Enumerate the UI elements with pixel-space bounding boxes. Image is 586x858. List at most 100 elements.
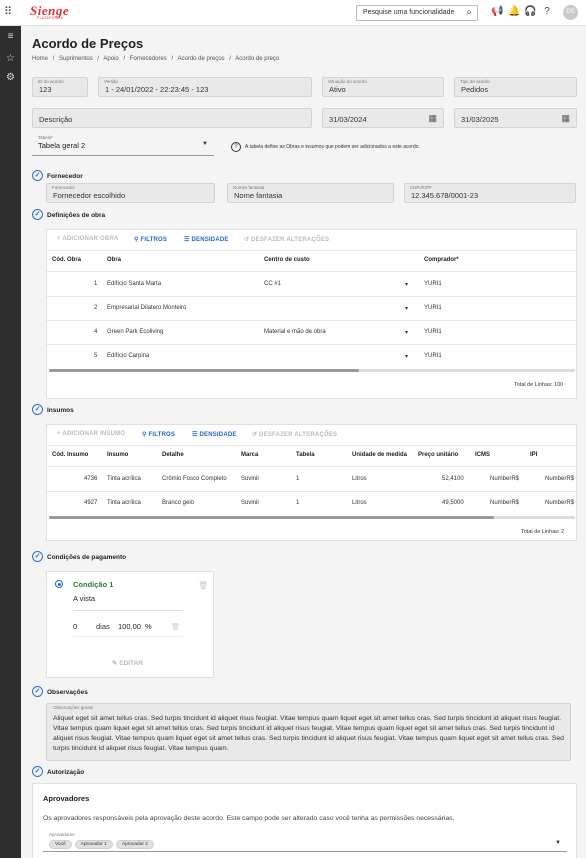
approver-chip[interactable]: Você bbox=[49, 840, 72, 849]
breadcrumb-suprimentos[interactable]: Suprimentos bbox=[59, 56, 93, 62]
density-button[interactable]: DENSIDADE bbox=[199, 432, 236, 438]
column-header[interactable]: Insumo bbox=[107, 452, 128, 458]
approvers-select[interactable]: Aprovadores Você Aprovador 1 Aprovador 2 ▼ bbox=[43, 831, 567, 852]
chevron-down-icon[interactable]: ▾ bbox=[405, 353, 408, 360]
filters-button[interactable]: FILTROS bbox=[148, 432, 175, 438]
add-input-button[interactable]: + ADICIONAR INSUMO bbox=[57, 431, 125, 437]
help-icon[interactable]: ? bbox=[541, 6, 553, 18]
density-button[interactable]: DENSIDADE bbox=[191, 237, 228, 243]
approver-chip[interactable]: Aprovador 2 bbox=[115, 840, 154, 849]
end-date-value: 31/03/2025 bbox=[461, 115, 499, 124]
column-header[interactable]: Obra bbox=[107, 257, 121, 263]
condition-radio[interactable] bbox=[55, 580, 63, 588]
add-work-button[interactable]: + ADICIONAR OBRA bbox=[57, 236, 118, 242]
horizontal-scrollbar[interactable] bbox=[49, 369, 575, 372]
work-code: 2 bbox=[94, 305, 98, 311]
input-brand: Suvinil bbox=[241, 500, 259, 506]
trash-icon[interactable]: 🗑 bbox=[198, 581, 208, 590]
agreement-type-field[interactable]: Tipo de acordo Pedidos bbox=[454, 77, 577, 97]
search-icon[interactable]: ⌕ bbox=[466, 7, 472, 18]
buyer-value[interactable]: YURI1 bbox=[424, 281, 442, 287]
undo-changes-button[interactable]: DESFAZER ALTERAÇÕES bbox=[251, 237, 329, 243]
inputs-table: + ADICIONAR INSUMO ⚲ FILTROS ☰ DENSIDADE… bbox=[46, 424, 577, 541]
cost-center-select[interactable]: CC #1 bbox=[264, 281, 281, 287]
supplier-field[interactable]: Fornecedor Fornecedor escolhido bbox=[46, 183, 215, 203]
agreement-type-value: Pedidos bbox=[461, 85, 489, 94]
chevron-down-icon[interactable]: ▼ bbox=[555, 840, 561, 846]
column-header[interactable]: Cód. Insumo bbox=[52, 452, 88, 458]
search-input[interactable]: Pesquise uma funcionalidade ⌕ bbox=[356, 5, 478, 21]
breadcrumb-fornecedores[interactable]: Fornecedores bbox=[130, 56, 167, 62]
approvers-title: Aprovadores bbox=[43, 794, 90, 803]
horizontal-scrollbar[interactable] bbox=[49, 516, 575, 519]
filters-button[interactable]: FILTROS bbox=[140, 237, 167, 243]
input-unit: Litros bbox=[352, 476, 367, 482]
supplier-label: Fornecedor bbox=[52, 185, 76, 190]
star-icon[interactable]: ☆ bbox=[4, 52, 17, 65]
description-field[interactable]: Descrição bbox=[32, 108, 312, 128]
end-date-field[interactable]: 31/03/2025 ▦ bbox=[454, 108, 577, 128]
start-date-field[interactable]: 31/03/2024 ▦ bbox=[322, 108, 444, 128]
input-ipi[interactable]: NumberR$ bbox=[545, 476, 574, 482]
headset-icon[interactable]: 🎧 bbox=[524, 6, 536, 18]
apps-grid-icon[interactable]: ⠿ bbox=[4, 6, 16, 18]
buyer-value[interactable]: YURI1 bbox=[424, 353, 442, 359]
approver-chip[interactable]: Aprovador 1 bbox=[74, 840, 113, 849]
cnpj-label: CNPJ/CPF bbox=[410, 185, 433, 190]
column-header[interactable]: ICMS bbox=[475, 452, 490, 458]
column-header[interactable]: Comprador* bbox=[424, 257, 459, 263]
bell-icon[interactable]: 🔔 bbox=[508, 6, 520, 18]
column-header[interactable]: Preço unitário bbox=[418, 452, 458, 458]
gear-icon[interactable]: ⚙ bbox=[4, 71, 17, 84]
fantasy-name-field[interactable]: Nomes fantasia Nome fantasia bbox=[227, 183, 394, 203]
status-field[interactable]: Situação do acordo Ativo bbox=[322, 77, 444, 97]
input-name: Tinta acrílica bbox=[107, 500, 141, 506]
column-header[interactable]: Tabela bbox=[296, 452, 315, 458]
column-header[interactable]: Detalhe bbox=[162, 452, 184, 458]
observations-text: Aliquet eget sit amet tellus cras. Sed t… bbox=[53, 715, 564, 752]
chevron-down-icon[interactable]: ▾ bbox=[405, 281, 408, 288]
work-name: Edifício Santa Marta bbox=[107, 281, 162, 287]
calendar-icon[interactable]: ▦ bbox=[561, 113, 570, 124]
undo-changes-button[interactable]: DESFAZER ALTERAÇÕES bbox=[259, 432, 337, 438]
input-ipi[interactable]: NumberR$ bbox=[545, 500, 574, 506]
status-value: Ativo bbox=[329, 85, 346, 94]
agreement-id-value: 123 bbox=[39, 85, 52, 94]
chevron-down-icon[interactable]: ▾ bbox=[405, 329, 408, 336]
approvers-chips: Você Aprovador 1 Aprovador 2 bbox=[49, 840, 157, 849]
start-date-value: 31/03/2024 bbox=[329, 115, 367, 124]
edit-button[interactable]: ✎ EDITAR bbox=[112, 659, 143, 667]
column-header[interactable]: Unidade de medida bbox=[352, 452, 407, 458]
observations-textarea[interactable]: Observações gerais Aliquet eget sit amet… bbox=[46, 703, 571, 761]
column-header[interactable]: Centro de custo bbox=[264, 257, 310, 263]
version-field[interactable]: Versão 1 - 24/01/2022 - 22:23:45 - 123 bbox=[98, 77, 312, 97]
work-code: 4 bbox=[94, 329, 98, 335]
calendar-icon[interactable]: ▦ bbox=[428, 113, 437, 124]
breadcrumb-apoio[interactable]: Apoio bbox=[103, 56, 118, 62]
column-header[interactable]: Marca bbox=[241, 452, 258, 458]
input-icms[interactable]: NumberR$ bbox=[490, 500, 519, 506]
megaphone-icon[interactable]: 📢 bbox=[491, 6, 503, 18]
agreement-id-field[interactable]: ID do acordo 123 bbox=[32, 77, 88, 97]
buyer-value[interactable]: YURI1 bbox=[424, 329, 442, 335]
cnpj-field[interactable]: CNPJ/CPF 12.345.678/0001-23 bbox=[404, 183, 576, 203]
chevron-down-icon[interactable]: ▾ bbox=[405, 305, 408, 312]
input-icms[interactable]: NumberR$ bbox=[490, 476, 519, 482]
cost-center-select[interactable]: Material e mão de obra bbox=[264, 329, 326, 335]
section-inputs-title: Insumos bbox=[47, 407, 74, 414]
section-supplier-title: Fornecedor bbox=[47, 173, 83, 180]
breadcrumb-sep: / bbox=[97, 56, 100, 62]
price-table-select[interactable]: Tabela* Tabela geral 2 ▼ bbox=[32, 135, 214, 156]
breadcrumb-acordos[interactable]: Acordo de preços bbox=[178, 56, 225, 62]
avatar[interactable]: DS bbox=[563, 5, 578, 20]
input-price[interactable]: 49,5000 bbox=[442, 500, 464, 506]
input-price[interactable]: 52,4100 bbox=[442, 476, 464, 482]
section-payment-title: Condições de pagamento bbox=[47, 554, 127, 561]
breadcrumb-home[interactable]: Home bbox=[32, 56, 48, 62]
trash-icon[interactable]: 🗑 bbox=[171, 623, 180, 631]
buyer-value[interactable]: YURI1 bbox=[424, 305, 442, 311]
column-header[interactable]: Cód. Obra bbox=[52, 257, 81, 263]
menu-icon[interactable]: ≡ bbox=[4, 30, 17, 43]
column-header[interactable]: IPI bbox=[530, 452, 537, 458]
breadcrumb-sep: / bbox=[229, 56, 231, 62]
